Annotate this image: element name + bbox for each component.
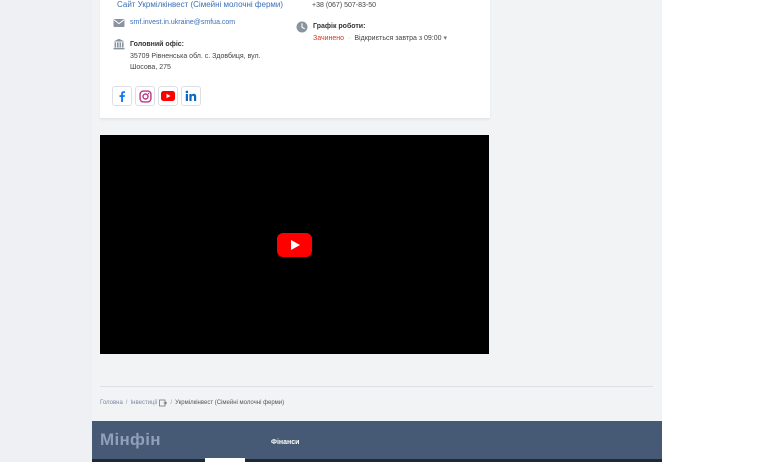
instagram-icon xyxy=(138,89,152,103)
facebook-link[interactable] xyxy=(112,86,132,106)
footer-finance-link[interactable]: Фінанси xyxy=(271,439,299,446)
youtube-icon xyxy=(161,91,175,101)
video-player[interactable] xyxy=(100,135,489,354)
email-link[interactable]: smf.invest.in.ukraine@smfua.com xyxy=(130,17,235,28)
schedule-status: Зачинено xyxy=(313,35,345,42)
linkedin-icon xyxy=(185,90,197,101)
breadcrumb: Головна / Інвестиції / Укрмілкінвест (Сі… xyxy=(100,398,284,408)
phone-number[interactable]: +38 (067) 507-83-50 xyxy=(312,1,376,11)
instagram-link[interactable] xyxy=(135,86,155,106)
schedule-status-row[interactable]: Зачинено · Відкриється завтра з 09:00 ▾ xyxy=(313,33,447,44)
office-label: Головний офіс: xyxy=(130,41,185,48)
youtube-link[interactable] xyxy=(158,86,178,106)
right-margin xyxy=(662,0,768,462)
schedule-next-open: Відкриється завтра з 09:00 xyxy=(354,35,442,42)
breadcrumb-home[interactable]: Головна xyxy=(100,398,123,408)
youtube-play-icon[interactable] xyxy=(277,233,312,257)
linkedin-link[interactable] xyxy=(181,86,201,106)
social-links xyxy=(112,86,201,106)
office-address-line1: 35709 Рівненська обл. с. Здовбиця, вул. xyxy=(130,53,261,60)
email-row: smf.invest.in.ukraine@smfua.com xyxy=(113,17,235,29)
breadcrumb-current: Укрмілкінвест (Сімейні молочні ферми) xyxy=(175,400,285,406)
chevron-down-icon: ▾ xyxy=(443,35,447,42)
breadcrumb-investments[interactable]: Інвестиції xyxy=(130,398,157,408)
minfin-logo[interactable]: Мінфін xyxy=(100,430,161,450)
office-row xyxy=(113,38,125,50)
site-footer: Мінфін Фінанси xyxy=(92,421,662,462)
footer-strip-highlight xyxy=(205,458,245,462)
content-divider xyxy=(100,386,653,387)
schedule-label: Графік роботи: xyxy=(313,23,366,30)
facebook-icon xyxy=(119,91,125,102)
office-address-line2: Шосова, 275 xyxy=(130,64,171,71)
breadcrumb-menu-icon[interactable] xyxy=(159,399,168,407)
company-site-link[interactable]: Сайт Укрмілкінвест (Сімейні молочні ферм… xyxy=(117,0,283,10)
breadcrumb-separator: / xyxy=(125,400,128,406)
breadcrumb-separator: / xyxy=(170,400,173,406)
clock-icon xyxy=(296,21,308,33)
bank-building-icon xyxy=(113,38,125,50)
envelope-icon xyxy=(113,19,125,27)
schedule-dot: · xyxy=(348,35,351,42)
